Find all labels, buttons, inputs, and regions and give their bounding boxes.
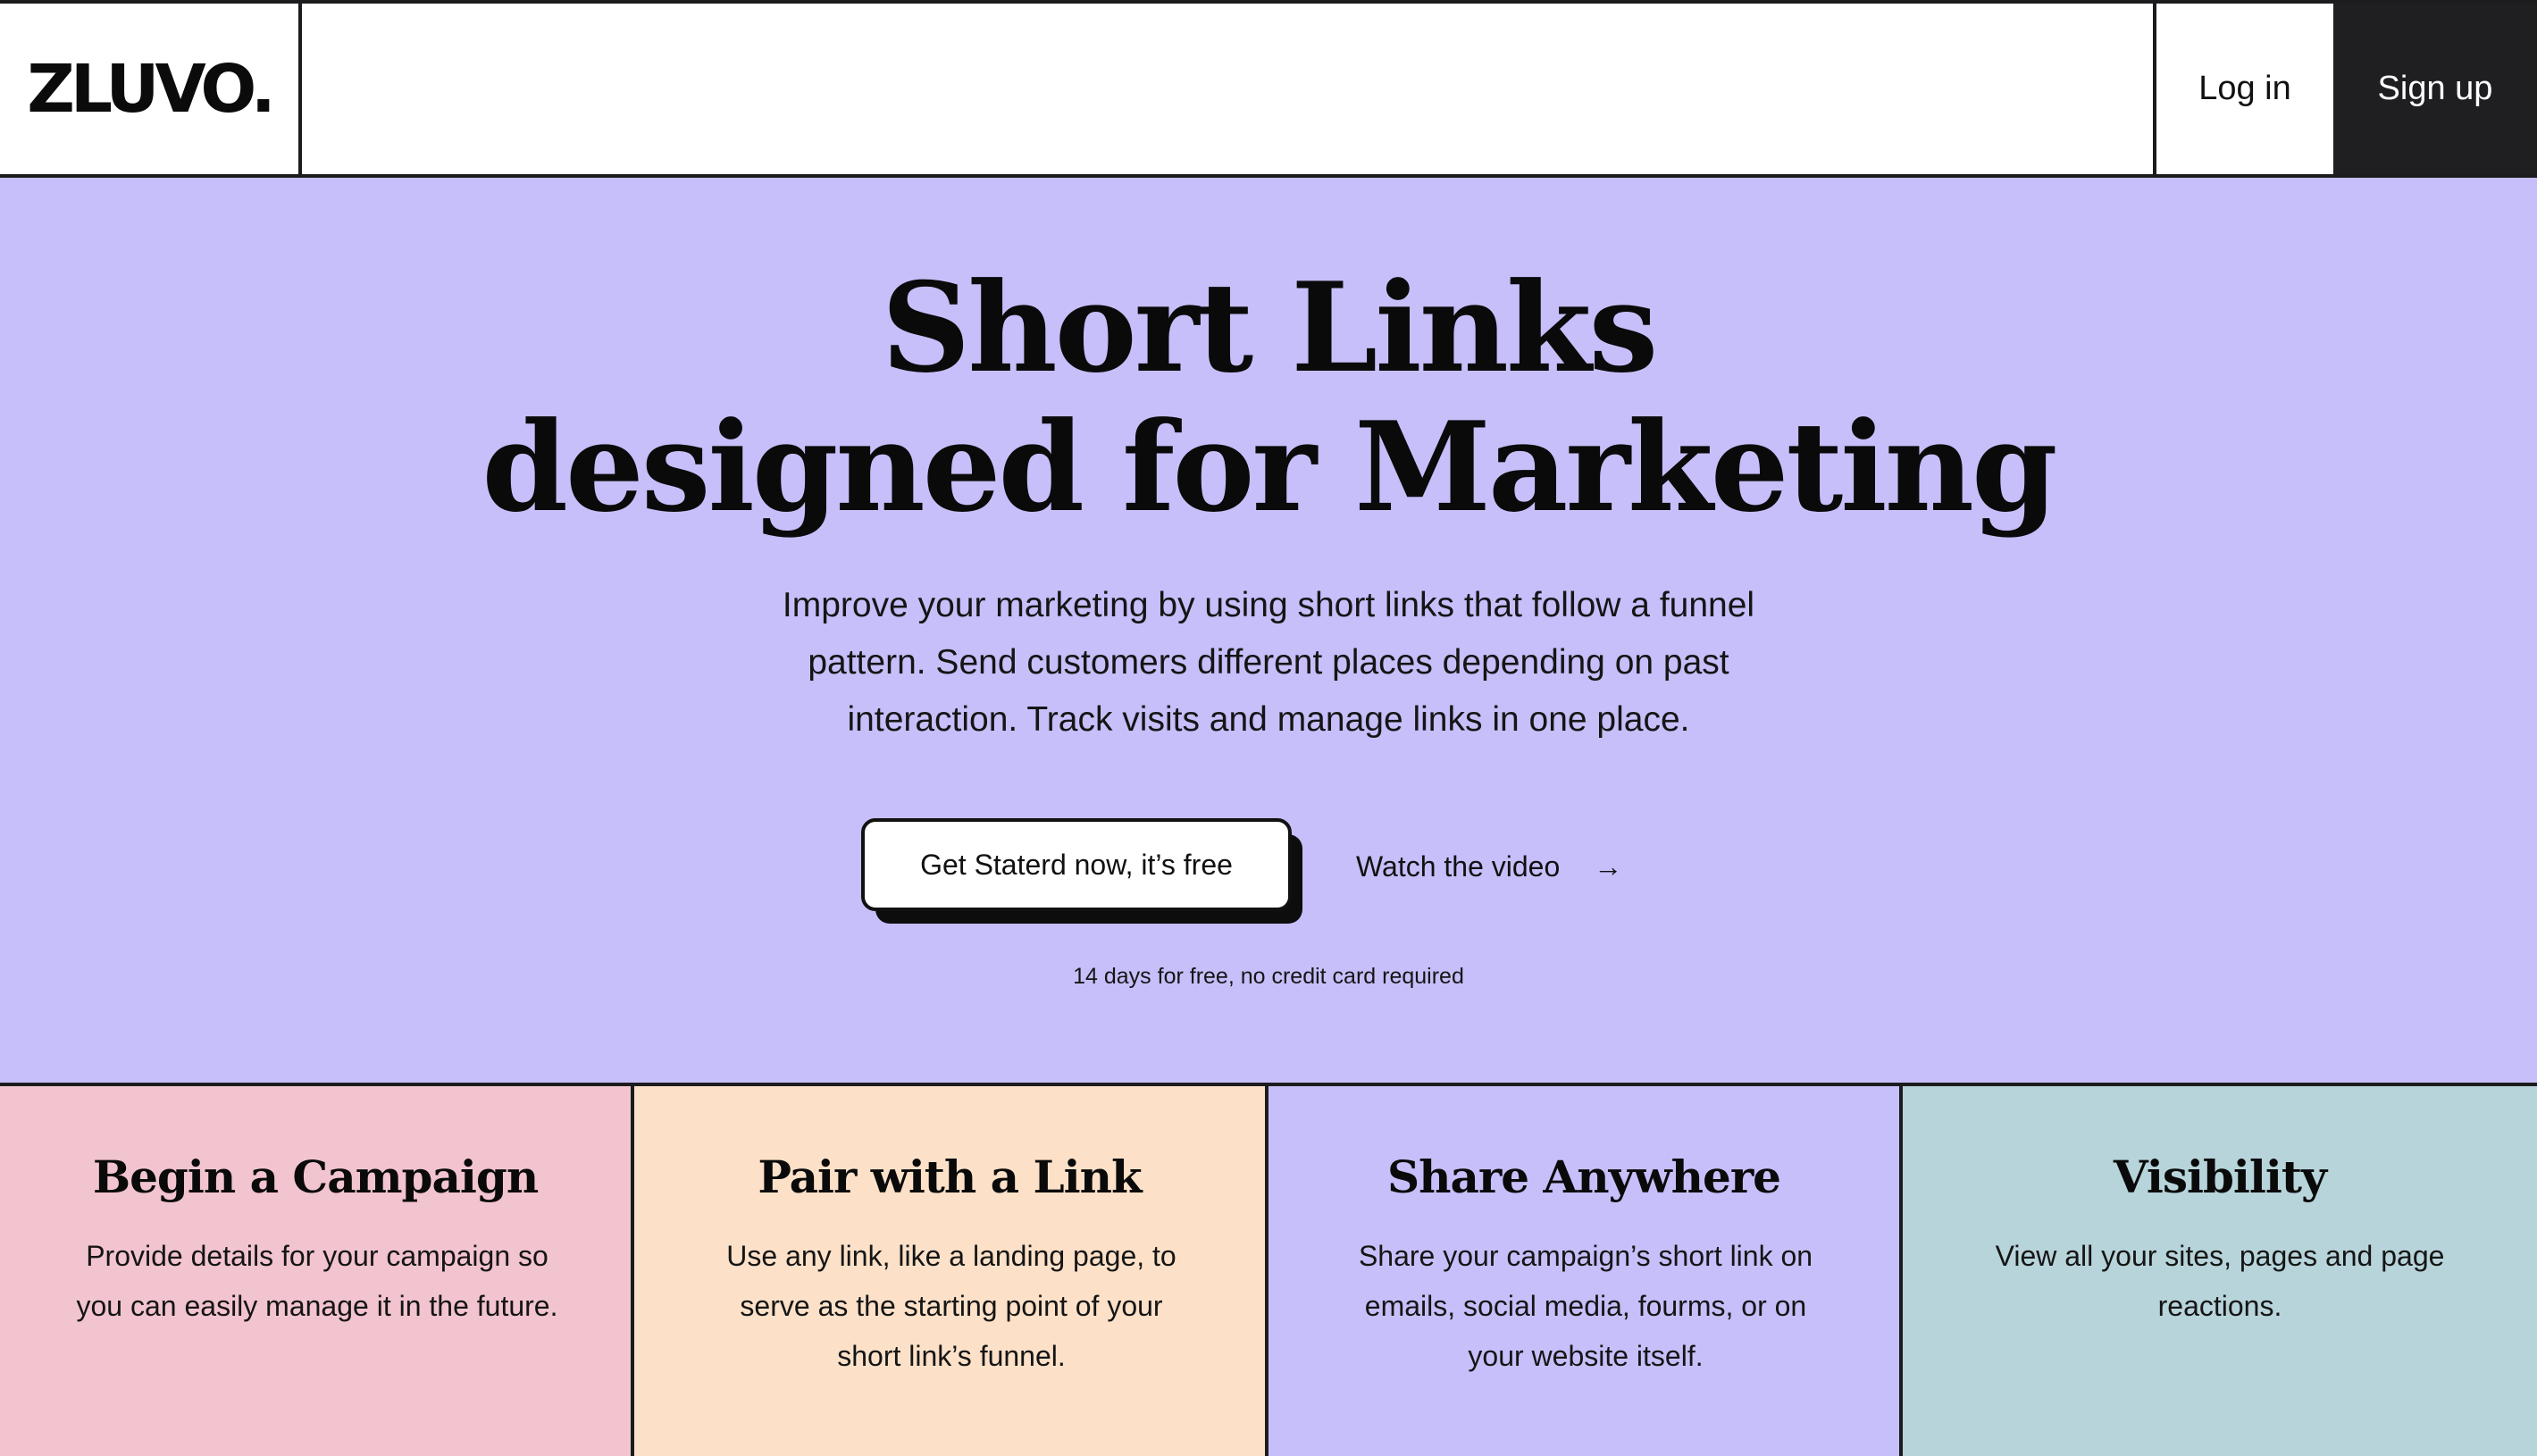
watch-video-link[interactable]: Watch the video → <box>1356 847 1622 886</box>
feature-description: View all your sites, pages and page reac… <box>1995 1240 2445 1322</box>
header-spacer <box>302 4 2153 174</box>
feature-description: Share your campaign’s short link on emai… <box>1358 1240 1813 1372</box>
feature-card-share: Share Anywhere Share your campaign’s sho… <box>1268 1086 1903 1456</box>
hero-title-line-1: Short Links <box>881 255 1659 400</box>
trial-note: 14 days for free, no credit card require… <box>1073 964 1464 989</box>
feature-description: Provide details for your campaign so you… <box>76 1240 558 1322</box>
feature-card-link: Pair with a Link Use any link, like a la… <box>634 1086 1268 1456</box>
hero-section: Short Links designed for Marketing Impro… <box>0 178 2537 1086</box>
feature-title: Begin a Campaign <box>92 1151 539 1203</box>
hero-title: Short Links designed for Marketing <box>0 258 2537 537</box>
feature-card-visibility: Visibility View all your sites, pages an… <box>1903 1086 2537 1456</box>
feature-title: Visibility <box>2113 1151 2327 1203</box>
features-section: Begin a Campaign Provide details for you… <box>0 1086 2537 1456</box>
hero-title-line-2: designed for Marketing <box>481 394 2057 540</box>
feature-card-campaign: Begin a Campaign Provide details for you… <box>0 1086 634 1456</box>
logo[interactable]: ZLUVO. <box>27 51 276 128</box>
feature-description: Use any link, like a landing page, to se… <box>726 1240 1176 1372</box>
get-started-button[interactable]: Get Staterd now, it’s free <box>861 818 1292 911</box>
feature-title: Share Anywhere <box>1387 1151 1781 1203</box>
logo-cell[interactable]: ZLUVO. <box>0 4 302 174</box>
cta-wrapper: Get Staterd now, it’s free <box>861 818 1306 927</box>
login-label: Log in <box>2198 70 2291 107</box>
arrow-right-icon: → <box>1594 849 1623 883</box>
get-started-label: Get Staterd now, it’s free <box>920 848 1233 881</box>
signup-button[interactable]: Sign up <box>2333 4 2537 174</box>
hero-subtitle: Improve your marketing by using short li… <box>782 586 1755 739</box>
site-header: ZLUVO. Log in Sign up <box>0 0 2537 178</box>
login-button[interactable]: Log in <box>2153 4 2333 174</box>
watch-video-label: Watch the video <box>1356 849 1561 883</box>
feature-title: Pair with a Link <box>758 1151 1142 1203</box>
signup-label: Sign up <box>2377 70 2493 107</box>
